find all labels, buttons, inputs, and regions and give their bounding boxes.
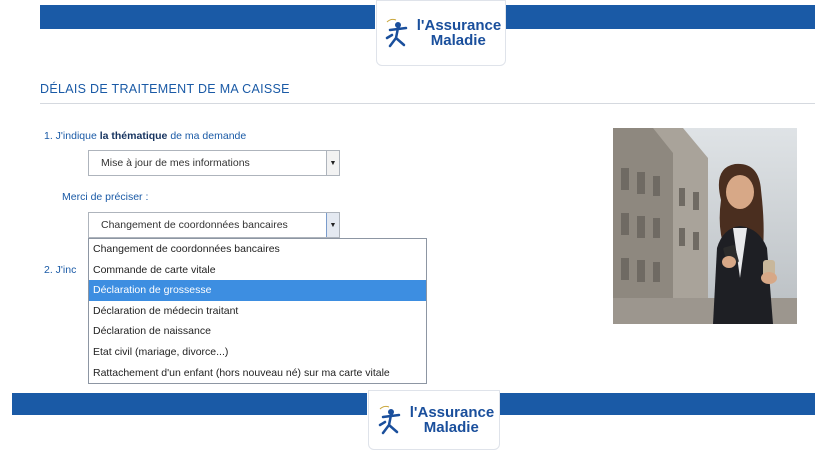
brand-name-line2: Maladie	[423, 419, 479, 436]
title-divider	[40, 103, 815, 104]
dropdown-option[interactable]: Changement de coordonnées bancaires	[89, 239, 426, 260]
dropdown-option[interactable]: Déclaration de naissance	[89, 321, 426, 342]
detail-label: Merci de préciser :	[62, 191, 149, 203]
assurance-maladie-logo-icon	[385, 18, 408, 48]
footer-band-left	[12, 393, 367, 415]
brand-name-line1: l'Assurance	[409, 404, 495, 421]
chevron-down-icon[interactable]: ▼	[326, 213, 339, 237]
question-1-label: 1. J'indique la thématique de ma demande	[44, 130, 247, 142]
header-band-right	[505, 5, 815, 29]
detail-select[interactable]: Changement de coordonnées bancaires ▼	[88, 212, 340, 238]
theme-select[interactable]: Mise à jour de mes informations ▼	[88, 150, 340, 176]
footer-band-right	[500, 393, 815, 415]
assurance-maladie-logo-icon	[378, 405, 401, 435]
dropdown-option[interactable]: Etat civil (mariage, divorce...)	[89, 342, 426, 363]
brand-name-line2: Maladie	[430, 32, 486, 49]
dropdown-option[interactable]: Commande de carte vitale	[89, 260, 426, 281]
footer-logo[interactable]: l'Assurance Maladie	[368, 390, 500, 450]
chevron-down-icon[interactable]: ▼	[326, 151, 339, 175]
woman-with-phone-image	[613, 128, 797, 324]
theme-select-value: Mise à jour de mes informations	[101, 157, 250, 169]
dropdown-option[interactable]: Rattachement d'un enfant (hors nouveau n…	[89, 363, 426, 384]
dropdown-option-highlighted[interactable]: Déclaration de grossesse	[89, 280, 426, 301]
question-2-label: 2. J'inc	[44, 264, 77, 276]
dropdown-option[interactable]: Déclaration de médecin traitant	[89, 301, 426, 322]
brand-name-line1: l'Assurance	[416, 17, 502, 34]
detail-select-value: Changement de coordonnées bancaires	[101, 219, 288, 231]
header-logo[interactable]: l'Assurance Maladie	[376, 0, 506, 66]
detail-dropdown-list[interactable]: Changement de coordonnées bancaires Comm…	[88, 238, 427, 384]
header-band-left	[40, 5, 375, 29]
page-title: DÉLAIS DE TRAITEMENT DE MA CAISSE	[40, 82, 290, 96]
